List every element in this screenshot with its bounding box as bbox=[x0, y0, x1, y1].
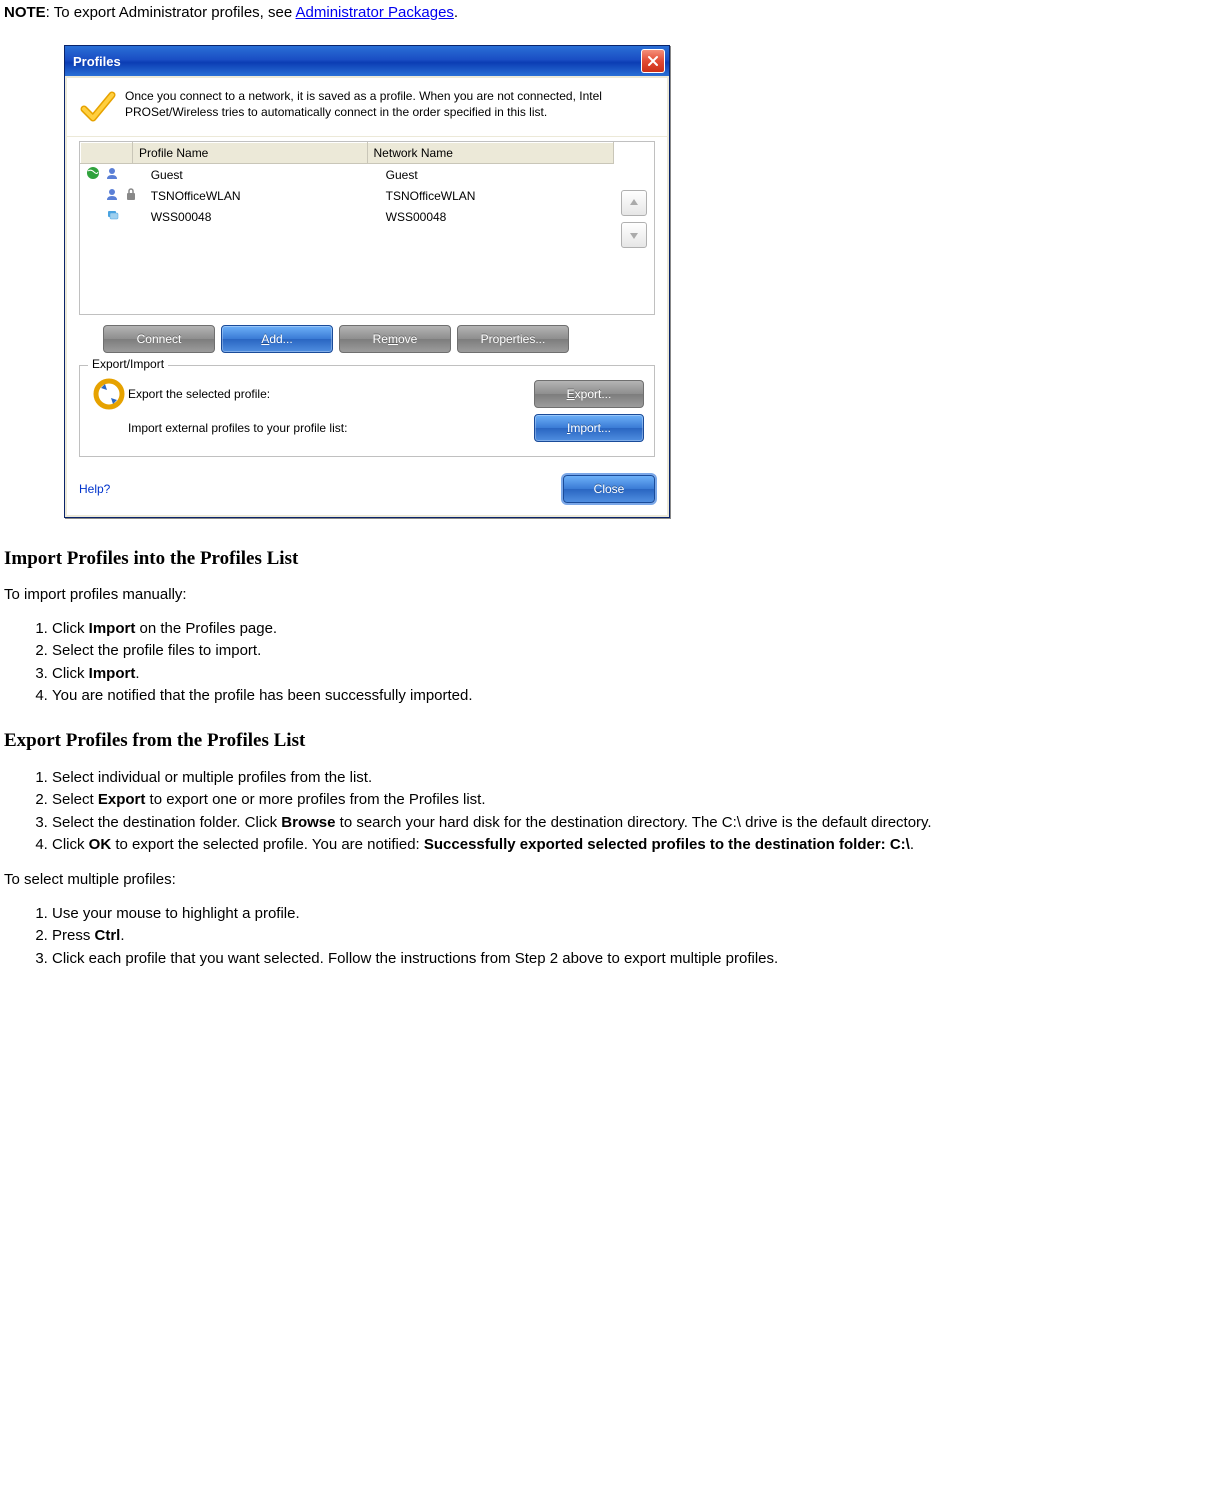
remove-button[interactable]: Remove bbox=[339, 325, 451, 353]
profiles-table[interactable]: Profile Name Network Name bbox=[80, 142, 614, 164]
profile-name-cell: TSNOfficeWLAN bbox=[145, 185, 380, 206]
checkmark-icon bbox=[77, 88, 117, 128]
add-button[interactable]: Add... bbox=[221, 325, 333, 353]
list-item: Select the destination folder. Click Bro… bbox=[52, 813, 1214, 833]
table-row[interactable]: Guest Guest bbox=[80, 164, 614, 185]
import-steps: Click Import on the Profiles page. Selec… bbox=[4, 619, 1214, 706]
move-down-button[interactable] bbox=[621, 222, 647, 248]
globe-icon bbox=[86, 169, 100, 183]
col-icons[interactable] bbox=[81, 143, 133, 164]
export-button[interactable]: Export... bbox=[534, 380, 644, 408]
import-intro: To import profiles manually: bbox=[4, 586, 1214, 603]
list-item: Click each profile that you want selecte… bbox=[52, 949, 1214, 969]
connect-button[interactable]: Connect bbox=[103, 325, 215, 353]
list-item: Click Import on the Profiles page. bbox=[52, 619, 1214, 639]
admin-packages-link[interactable]: Administrator Packages bbox=[296, 4, 454, 21]
note-line: NOTE: To export Administrator profiles, … bbox=[4, 4, 1214, 21]
col-profile-name[interactable]: Profile Name bbox=[133, 143, 368, 164]
help-link[interactable]: Help? bbox=[79, 482, 110, 496]
table-row[interactable]: TSNOfficeWLAN TSNOfficeWLAN bbox=[80, 185, 614, 206]
profile-cards-icon bbox=[105, 211, 121, 225]
profile-name-cell: WSS00048 bbox=[145, 206, 380, 227]
close-icon[interactable] bbox=[641, 49, 665, 73]
note-label: NOTE bbox=[4, 4, 46, 21]
import-heading: Import Profiles into the Profiles List bbox=[4, 548, 1214, 570]
export-label: Export the selected profile: bbox=[128, 387, 534, 401]
profile-name-cell: Guest bbox=[145, 164, 380, 185]
list-item: You are notified that the profile has be… bbox=[52, 686, 1214, 706]
export-import-legend: Export/Import bbox=[88, 357, 168, 371]
user-icon bbox=[105, 190, 119, 204]
export-steps: Select individual or multiple profiles f… bbox=[4, 768, 1214, 855]
multi-intro: To select multiple profiles: bbox=[4, 871, 1214, 888]
list-item: Select individual or multiple profiles f… bbox=[52, 768, 1214, 788]
dialog-title: Profiles bbox=[73, 54, 121, 69]
import-button[interactable]: Import... bbox=[534, 414, 644, 442]
close-button[interactable]: Close bbox=[563, 475, 655, 503]
import-label: Import external profiles to your profile… bbox=[128, 421, 534, 435]
list-item: Press Ctrl. bbox=[52, 926, 1214, 946]
table-row[interactable]: WSS00048 WSS00048 bbox=[80, 206, 614, 227]
profiles-dialog-screenshot: Profiles Once you connect to a network, … bbox=[64, 45, 1214, 518]
export-heading: Export Profiles from the Profiles List bbox=[4, 730, 1214, 752]
properties-button[interactable]: Properties... bbox=[457, 325, 569, 353]
list-item: Select Export to export one or more prof… bbox=[52, 790, 1214, 810]
user-icon bbox=[105, 169, 119, 183]
network-name-cell: WSS00048 bbox=[380, 206, 614, 227]
list-item: Click OK to export the selected profile.… bbox=[52, 835, 1214, 855]
move-up-button[interactable] bbox=[621, 190, 647, 216]
dialog-intro-text: Once you connect to a network, it is sav… bbox=[125, 88, 653, 128]
refresh-icon bbox=[90, 378, 128, 410]
network-name-cell: TSNOfficeWLAN bbox=[380, 185, 614, 206]
list-item: Click Import. bbox=[52, 664, 1214, 684]
col-network-name[interactable]: Network Name bbox=[367, 143, 613, 164]
list-item: Use your mouse to highlight a profile. bbox=[52, 904, 1214, 924]
list-item: Select the profile files to import. bbox=[52, 641, 1214, 661]
multi-steps: Use your mouse to highlight a profile. P… bbox=[4, 904, 1214, 969]
export-import-group: Export/Import Export the selected profil… bbox=[79, 365, 655, 457]
network-name-cell: Guest bbox=[380, 164, 614, 185]
dialog-titlebar: Profiles bbox=[65, 46, 669, 76]
lock-icon bbox=[125, 190, 137, 204]
note-text-before: : To export Administrator profiles, see bbox=[46, 4, 296, 21]
note-text-after: . bbox=[454, 4, 458, 21]
